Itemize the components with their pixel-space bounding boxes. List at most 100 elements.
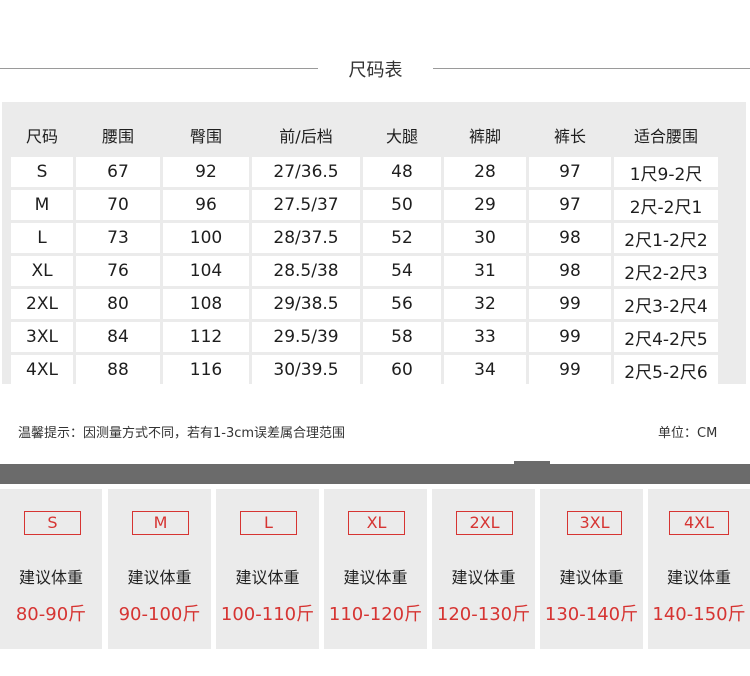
table-cell: 27/36.5 <box>252 157 360 187</box>
table-cell: 29 <box>444 190 526 220</box>
table-cell: 3XL <box>11 322 73 352</box>
table-header-cell: 裤脚 <box>468 127 501 146</box>
weight-label: 建议体重 <box>451 568 516 587</box>
table-cell: S <box>11 157 73 187</box>
table-cell: 4XL <box>11 355 73 385</box>
table-cell: 34 <box>444 355 526 385</box>
weight-card-m: M 建议体重 90-100斤 <box>108 489 211 649</box>
table-cell: 100 <box>163 223 249 253</box>
table-cell: 99 <box>529 355 611 385</box>
table-cell: 92 <box>163 157 249 187</box>
weight-range: 110-120斤 <box>328 604 423 625</box>
table-row: 2XL 80 108 29/38.5 56 32 99 2尺3-2尺4 <box>11 289 718 319</box>
table-cell: 2尺-2尺1 <box>614 190 718 220</box>
unit-label: 单位：CM <box>658 426 718 441</box>
table-cell: 27.5/37 <box>252 190 360 220</box>
table-cell: 33 <box>444 322 526 352</box>
table-cell: 32 <box>444 289 526 319</box>
weight-range: 130-140斤 <box>544 604 639 625</box>
weight-label: 建议体重 <box>127 568 192 587</box>
weight-range: 90-100斤 <box>118 604 201 625</box>
table-row: 3XL 84 112 29.5/39 58 33 99 2尺4-2尺5 <box>11 322 718 352</box>
table-cell: 28/37.5 <box>252 223 360 253</box>
table-header-cell: 臀围 <box>189 127 222 146</box>
table-cell: 48 <box>363 157 441 187</box>
weight-cards: S 建议体重 80-90斤 M 建议体重 90-100斤 L 建议体重 100-… <box>0 489 750 649</box>
table-cell: 54 <box>363 256 441 286</box>
table-cell: 56 <box>363 289 441 319</box>
size-badge: 4XL <box>669 511 729 535</box>
table-cell: 1尺9-2尺 <box>614 157 718 187</box>
table-cell: 30 <box>444 223 526 253</box>
table-cell: 97 <box>529 157 611 187</box>
table-header-cell: 腰围 <box>101 127 134 146</box>
page-title: 尺码表 <box>348 60 403 81</box>
table-cell: 99 <box>529 322 611 352</box>
table-cell: 28.5/38 <box>252 256 360 286</box>
weight-card-xl: XL 建议体重 110-120斤 <box>324 489 427 649</box>
table-cell: 97 <box>529 190 611 220</box>
table-cell: 99 <box>529 289 611 319</box>
table-header-cell: 尺码 <box>25 127 58 146</box>
table-row: L 73 100 28/37.5 52 30 98 2尺1-2尺2 <box>11 223 718 253</box>
size-badge: XL <box>348 511 405 535</box>
table-row: XL 76 104 28.5/38 54 31 98 2尺2-2尺3 <box>11 256 718 286</box>
weight-card-3xl: 3XL 建议体重 130-140斤 <box>540 489 643 649</box>
weight-card-2xl: 2XL 建议体重 120-130斤 <box>432 489 535 649</box>
size-badge: L <box>240 511 297 535</box>
table-cell: M <box>11 190 73 220</box>
size-badge: S <box>24 511 81 535</box>
table-cell: 88 <box>76 355 160 385</box>
table-cell: 28 <box>444 157 526 187</box>
weight-range: 120-130斤 <box>436 604 531 625</box>
table-header-cell: 裤长 <box>553 127 586 146</box>
table-cell: 76 <box>76 256 160 286</box>
table-cell: 2尺3-2尺4 <box>614 289 718 319</box>
table-row: 4XL 88 116 30/39.5 60 34 99 2尺5-2尺6 <box>11 355 718 385</box>
table-cell: 60 <box>363 355 441 385</box>
weight-label: 建议体重 <box>666 568 731 587</box>
table-cell: XL <box>11 256 73 286</box>
table-cell: 80 <box>76 289 160 319</box>
table-cell: 108 <box>163 289 249 319</box>
table-cell: 67 <box>76 157 160 187</box>
size-badge: 2XL <box>456 511 513 535</box>
table-cell: 96 <box>163 190 249 220</box>
size-badge: 3XL <box>567 511 622 535</box>
table-cell: 112 <box>163 322 249 352</box>
measurement-tip: 温馨提示：因测量方式不同，若有1-3cm误差属合理范围 <box>18 426 346 441</box>
table-cell: 2尺4-2尺5 <box>614 322 718 352</box>
title-divider-left <box>0 68 318 69</box>
table-cell: 73 <box>76 223 160 253</box>
weight-label: 建议体重 <box>343 568 408 587</box>
table-cell: L <box>11 223 73 253</box>
table-cell: 70 <box>76 190 160 220</box>
weight-card-s: S 建议体重 80-90斤 <box>0 489 102 649</box>
table-cell: 116 <box>163 355 249 385</box>
table-header-cell: 大腿 <box>385 127 418 146</box>
weight-range: 80-90斤 <box>15 604 87 625</box>
table-row: S 67 92 27/36.5 48 28 97 1尺9-2尺 <box>11 157 718 187</box>
weight-label: 建议体重 <box>18 568 83 587</box>
weight-label: 建议体重 <box>235 568 300 587</box>
table-cell: 98 <box>529 223 611 253</box>
table-cell: 58 <box>363 322 441 352</box>
table-cell: 50 <box>363 190 441 220</box>
table-cell: 2尺2-2尺3 <box>614 256 718 286</box>
table-cell: 31 <box>444 256 526 286</box>
table-header-cell: 适合腰围 <box>633 127 698 146</box>
table-cell: 2尺1-2尺2 <box>614 223 718 253</box>
title-divider-right <box>433 68 750 69</box>
table-cell: 2尺5-2尺6 <box>614 355 718 385</box>
table-cell: 52 <box>363 223 441 253</box>
table-cell: 2XL <box>11 289 73 319</box>
table-row: M 70 96 27.5/37 50 29 97 2尺-2尺1 <box>11 190 718 220</box>
table-header-cell: 前/后档 <box>279 127 333 146</box>
divider-bar <box>0 464 750 484</box>
size-table: 尺码 腰围 臀围 前/后档 大腿 裤脚 裤长 适合腰围 S 67 92 27/3… <box>8 113 721 388</box>
weight-card-l: L 建议体重 100-110斤 <box>216 489 319 649</box>
weight-range: 140-150斤 <box>652 604 746 625</box>
weight-range: 100-110斤 <box>220 604 315 625</box>
table-cell: 30/39.5 <box>252 355 360 385</box>
table-cell: 104 <box>163 256 249 286</box>
